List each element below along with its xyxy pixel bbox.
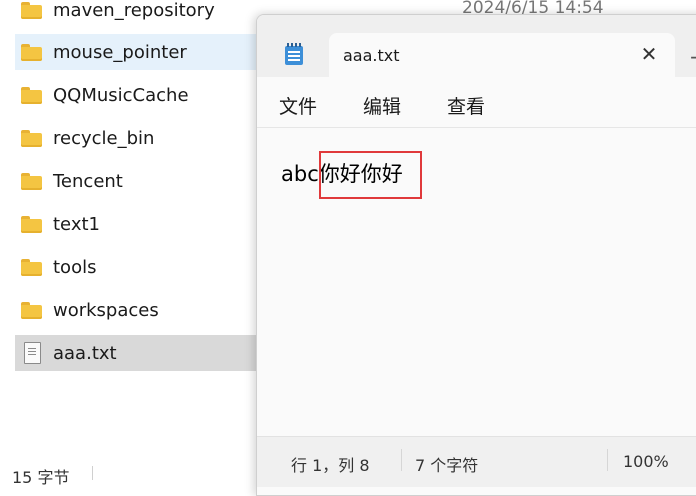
- menu-edit[interactable]: 编辑: [363, 92, 401, 119]
- highlight-annotation: [319, 151, 422, 199]
- cursor-position: 行 1，列 8: [291, 456, 370, 475]
- file-name: workspaces: [53, 299, 159, 321]
- close-tab-icon[interactable]: ✕: [637, 42, 661, 66]
- status-item-count: 15 字节: [12, 468, 70, 487]
- file-name: tools: [53, 256, 97, 278]
- file-name: aaa.txt: [53, 342, 117, 364]
- notepad-window: aaa.txt ✕ + 文件 编辑 查看 abc你好你好 行 1，列 8 7 个…: [256, 14, 696, 496]
- file-name: recycle_bin: [53, 127, 155, 149]
- folder-icon: [21, 86, 43, 104]
- menu-file[interactable]: 文件: [279, 92, 317, 119]
- status-bar: 行 1，列 8 7 个字符 100%: [257, 436, 696, 487]
- file-name: Tencent: [53, 170, 123, 192]
- zoom-level[interactable]: 100%: [623, 452, 669, 471]
- status-divider: [401, 449, 402, 471]
- file-name: mouse_pointer: [53, 41, 187, 63]
- folder-icon: [21, 301, 43, 319]
- add-tab-icon[interactable]: +: [689, 45, 696, 69]
- file-name: maven_repository: [53, 0, 215, 21]
- folder-icon: [21, 258, 43, 276]
- tab-aaa-txt[interactable]: aaa.txt ✕: [329, 33, 675, 77]
- tab-title: aaa.txt: [343, 46, 400, 65]
- folder-icon: [21, 172, 43, 190]
- file-name: text1: [53, 213, 100, 235]
- folder-icon: [21, 1, 43, 19]
- notepad-app-icon: [285, 43, 303, 65]
- folder-icon: [21, 43, 43, 61]
- text-file-icon: [21, 342, 43, 364]
- title-bar[interactable]: aaa.txt ✕ +: [257, 15, 696, 77]
- character-count: 7 个字符: [415, 456, 479, 475]
- file-name: QQMusicCache: [53, 84, 189, 106]
- folder-icon: [21, 215, 43, 233]
- menu-bar: 文件 编辑 查看: [257, 77, 696, 128]
- folder-icon: [21, 129, 43, 147]
- status-divider: [607, 449, 608, 471]
- text-editor[interactable]: abc你好你好: [257, 128, 696, 436]
- menu-view[interactable]: 查看: [447, 92, 485, 119]
